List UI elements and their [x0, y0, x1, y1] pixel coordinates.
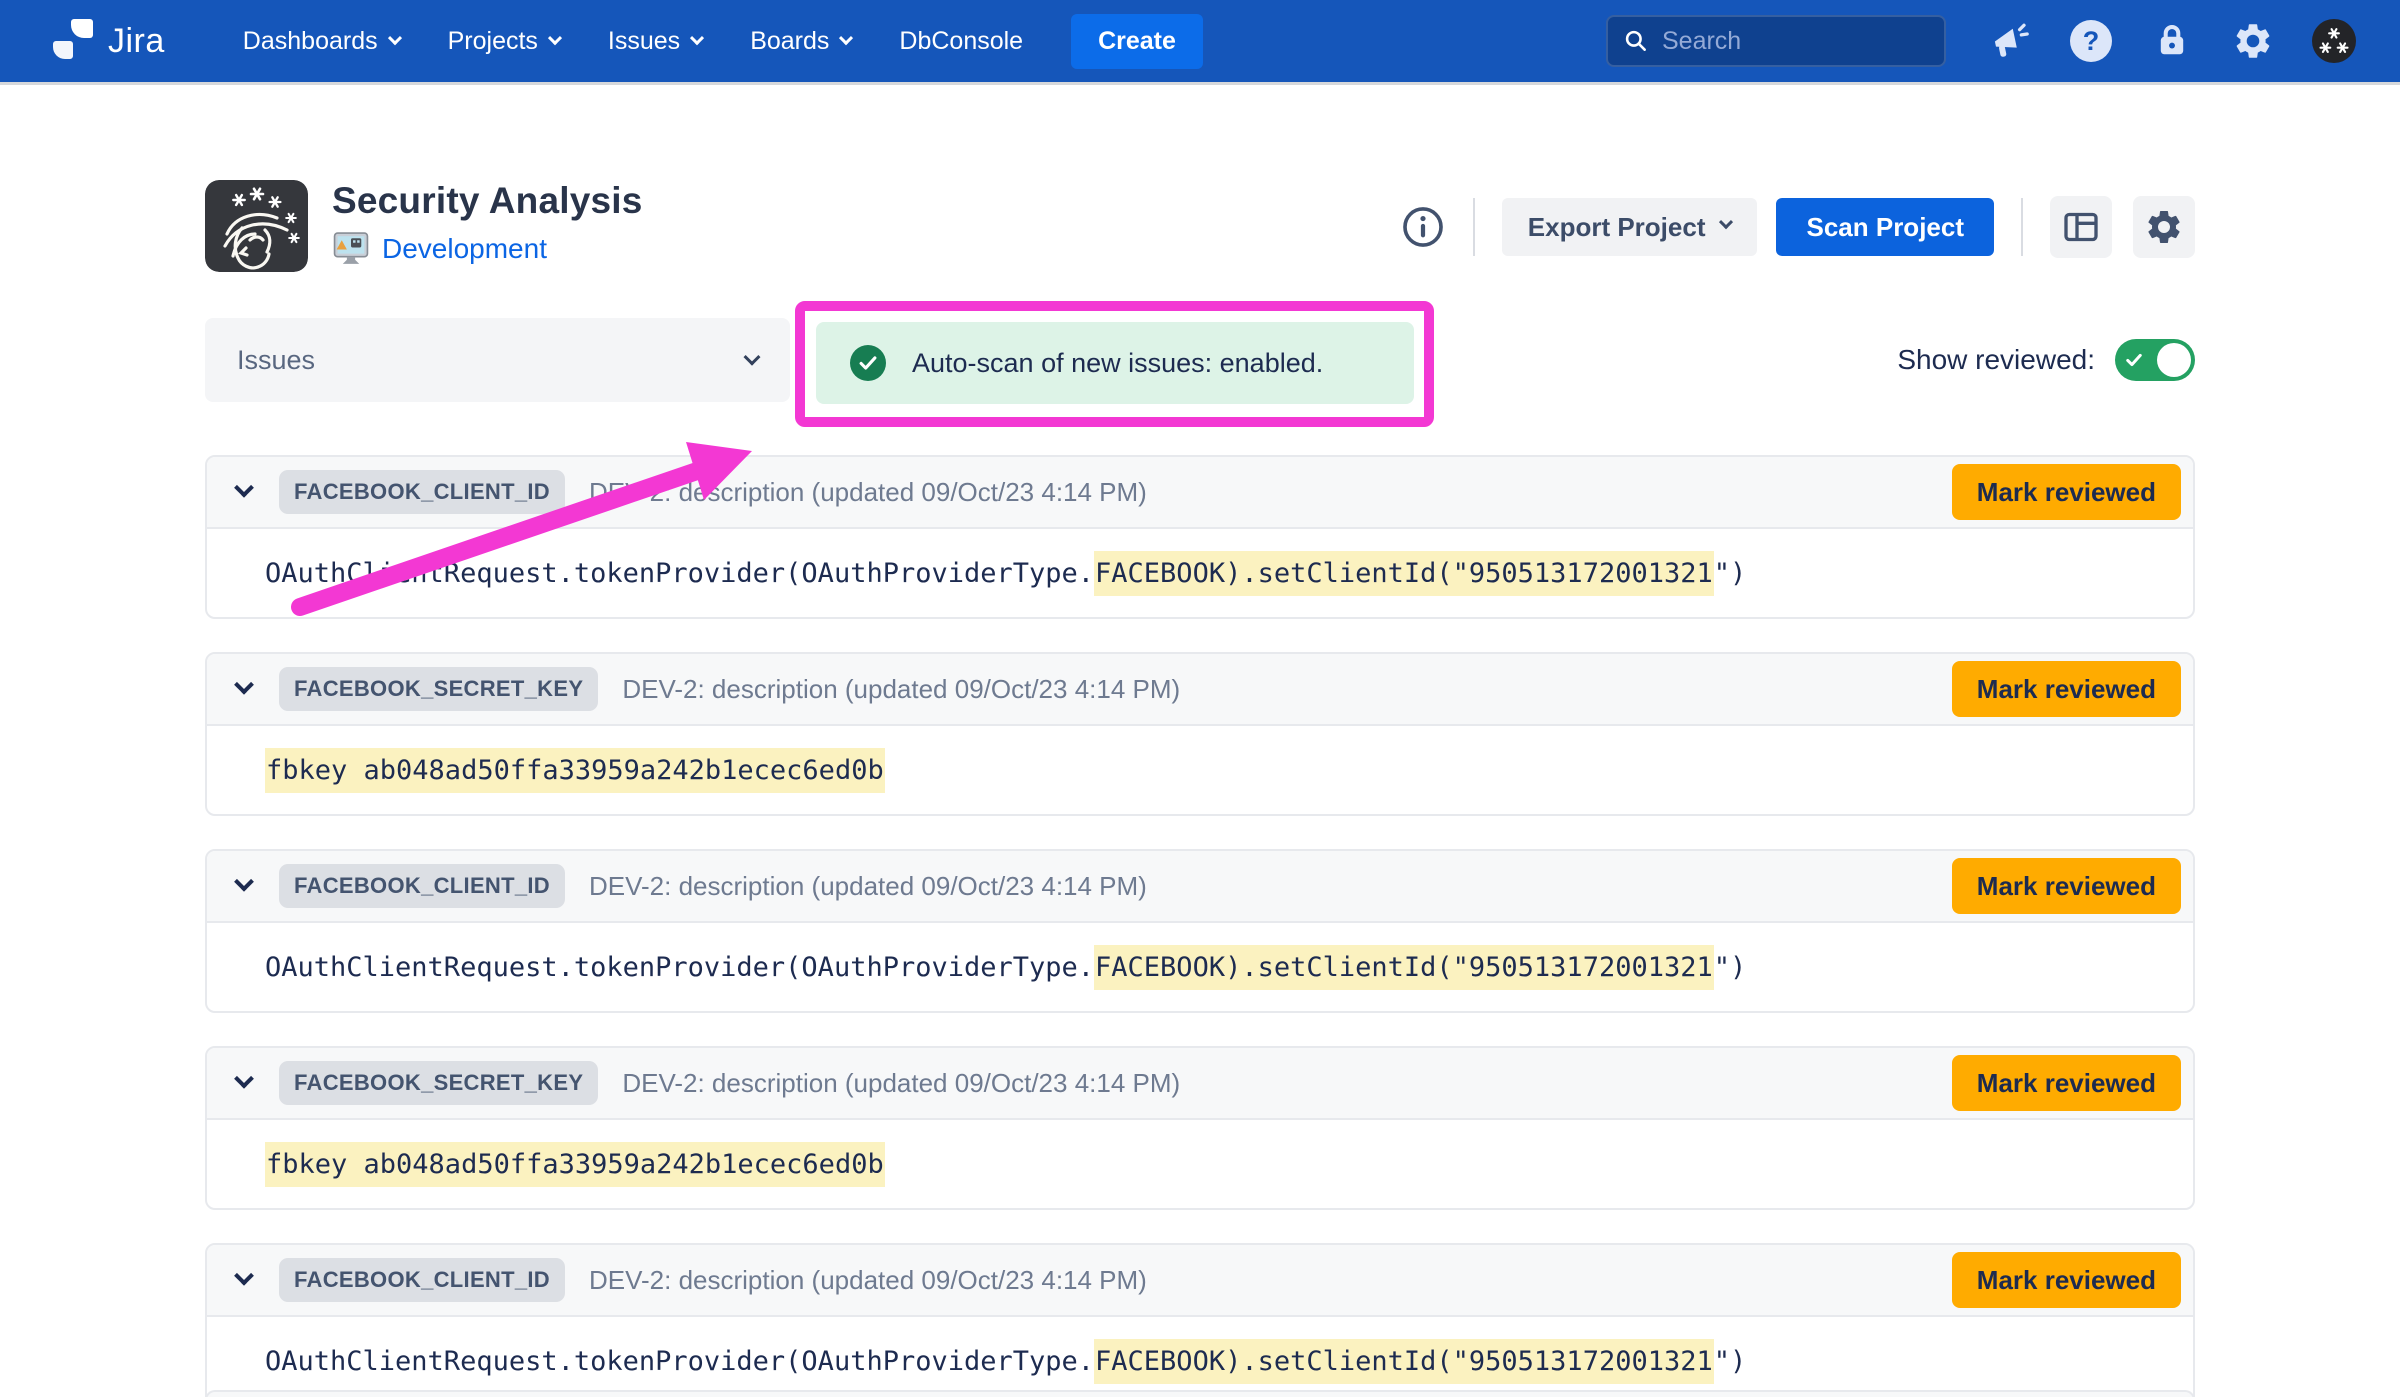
jira-logo-text: Jira — [108, 22, 165, 61]
export-project-button[interactable]: Export Project — [1502, 198, 1758, 256]
chevron-down-icon — [388, 31, 402, 45]
chevron-down-icon[interactable] — [234, 1266, 254, 1286]
main-nav: Dashboards Projects Issues Boards DbCons… — [243, 27, 1071, 56]
mark-reviewed-button[interactable]: Mark reviewed — [1952, 1055, 2181, 1111]
issue-row: FACEBOOK_SECRET_KEY DEV-2: description (… — [205, 652, 2195, 816]
scan-project-button[interactable]: Scan Project — [1776, 198, 1994, 256]
issue-row: FACEBOOK_SECRET_KEY DEV-2: description (… — [205, 1046, 2195, 1210]
issue-code-snippet: OAuthClientRequest.tokenProvider(OAuthPr… — [207, 1317, 2193, 1397]
secret-type-badge: FACEBOOK_CLIENT_ID — [279, 470, 565, 514]
jira-logo-icon — [50, 17, 96, 65]
issue-code-snippet: OAuthClientRequest.tokenProvider(OAuthPr… — [207, 923, 2193, 1011]
gear-icon[interactable] — [2231, 19, 2275, 63]
top-navbar: Jira Dashboards Projects Issues Boards D… — [0, 0, 2400, 82]
info-icon[interactable] — [1400, 204, 1446, 250]
issues-filter-select[interactable]: Issues — [205, 318, 790, 402]
secret-type-badge: FACEBOOK_CLIENT_ID — [279, 1258, 565, 1302]
announcements-megaphone-icon[interactable] — [1988, 19, 2032, 63]
highlighted-secret: fbkey ab048ad50ffa33959a242b1ecec6ed0b — [265, 748, 885, 793]
project-link-development[interactable]: Development — [382, 233, 547, 265]
gear-icon — [2144, 207, 2184, 247]
issue-title: DEV-2: description (updated 09/Oct/23 4:… — [622, 1068, 1180, 1099]
project-avatar — [205, 180, 308, 272]
development-monitor-icon — [332, 230, 370, 267]
issue-row-header: FACEBOOK_CLIENT_ID DEV-2: description (u… — [207, 851, 2193, 923]
issue-row-header: FACEBOOK_CLIENT_ID DEV-2: description (u… — [207, 1245, 2193, 1317]
secret-type-badge: FACEBOOK_SECRET_KEY — [279, 667, 598, 711]
issues-list: FACEBOOK_CLIENT_ID DEV-2: description (u… — [205, 455, 2195, 1397]
highlighted-secret: FACEBOOK).setClientId("950513172001321 — [1094, 1339, 1714, 1384]
show-reviewed-toggle[interactable] — [2115, 339, 2195, 381]
chevron-down-icon — [839, 31, 853, 45]
issue-row-header: FACEBOOK_SECRET_KEY DEV-2: description (… — [207, 1048, 2193, 1120]
search-icon — [1623, 28, 1649, 54]
check-icon — [850, 345, 886, 381]
create-button[interactable]: Create — [1071, 14, 1203, 69]
chevron-down-icon[interactable] — [234, 872, 254, 892]
issue-title: DEV-2: description (updated 09/Oct/23 4:… — [589, 871, 1147, 902]
search-input[interactable] — [1662, 27, 1902, 56]
highlighted-secret: FACEBOOK).setClientId("950513172001321 — [1094, 551, 1714, 596]
page-title: Security Analysis — [332, 180, 643, 222]
issue-row: FACEBOOK_CLIENT_ID DEV-2: description (u… — [205, 849, 2195, 1013]
chevron-down-icon[interactable] — [234, 1069, 254, 1089]
issue-row-header: FACEBOOK_CLIENT_ID DEV-2: description (u… — [207, 457, 2193, 529]
layout-panel-button[interactable] — [2050, 196, 2112, 258]
chevron-down-icon[interactable] — [234, 675, 254, 695]
secret-type-badge: FACEBOOK_CLIENT_ID — [279, 864, 565, 908]
lock-icon[interactable] — [2150, 19, 2194, 63]
autoscan-banner: Auto-scan of new issues: enabled. — [816, 322, 1414, 404]
jira-logo[interactable]: Jira — [50, 17, 165, 65]
chevron-down-icon[interactable] — [234, 478, 254, 498]
show-reviewed-control: Show reviewed: — [1897, 339, 2195, 381]
show-reviewed-label: Show reviewed: — [1897, 344, 2095, 376]
issue-code-snippet: fbkey ab048ad50ffa33959a242b1ecec6ed0b — [207, 1120, 2193, 1208]
highlighted-secret: FACEBOOK).setClientId("950513172001321 — [1094, 945, 1714, 990]
nav-boards[interactable]: Boards — [750, 27, 851, 56]
chevron-down-icon — [1719, 215, 1733, 229]
issue-row-header: FACEBOOK_SECRET_KEY DEV-2: description (… — [207, 654, 2193, 726]
page-header: Security Analysis Development — [205, 180, 2195, 272]
header-actions: Export Project Scan Project — [1400, 196, 2195, 258]
check-icon — [2124, 350, 2144, 370]
mark-reviewed-button[interactable]: Mark reviewed — [1952, 858, 2181, 914]
mark-reviewed-button[interactable]: Mark reviewed — [1952, 1252, 2181, 1308]
layout-panel-icon — [2061, 207, 2101, 247]
nav-dashboards[interactable]: Dashboards — [243, 27, 400, 56]
issue-title: DEV-2: description (updated 09/Oct/23 4:… — [589, 1265, 1147, 1296]
divider — [1473, 198, 1475, 256]
search-box[interactable] — [1606, 15, 1946, 67]
security-analysis-page: Jira Dashboards Projects Issues Boards D… — [0, 0, 2400, 1397]
chevron-down-icon — [548, 31, 562, 45]
nav-projects[interactable]: Projects — [448, 27, 560, 56]
issue-code-snippet: fbkey ab048ad50ffa33959a242b1ecec6ed0b — [207, 726, 2193, 814]
secret-type-badge: FACEBOOK_SECRET_KEY — [279, 1061, 598, 1105]
chevron-down-icon — [744, 349, 761, 366]
issue-row: FACEBOOK_CLIENT_ID DEV-2: description (u… — [205, 1243, 2195, 1397]
nav-issues[interactable]: Issues — [608, 27, 702, 56]
highlighted-secret: fbkey ab048ad50ffa33959a242b1ecec6ed0b — [265, 1142, 885, 1187]
nav-dbconsole[interactable]: DbConsole — [899, 27, 1023, 56]
next-issue-row-partial — [205, 1390, 2195, 1397]
title-block: Security Analysis Development — [332, 180, 643, 267]
divider — [2021, 198, 2023, 256]
toggle-knob — [2157, 343, 2191, 377]
mark-reviewed-button[interactable]: Mark reviewed — [1952, 464, 2181, 520]
user-avatar[interactable] — [2312, 19, 2356, 63]
mark-reviewed-button[interactable]: Mark reviewed — [1952, 661, 2181, 717]
issue-code-snippet: OAuthClientRequest.tokenProvider(OAuthPr… — [207, 529, 2193, 617]
autoscan-banner-text: Auto-scan of new issues: enabled. — [912, 348, 1323, 379]
help-icon[interactable]: ? — [2069, 19, 2113, 63]
issue-row: FACEBOOK_CLIENT_ID DEV-2: description (u… — [205, 455, 2195, 619]
chevron-down-icon — [690, 31, 704, 45]
issue-title: DEV-2: description (updated 09/Oct/23 4:… — [589, 477, 1147, 508]
navbar-icons: ? — [1988, 19, 2356, 63]
project-settings-button[interactable] — [2133, 196, 2195, 258]
issue-title: DEV-2: description (updated 09/Oct/23 4:… — [622, 674, 1180, 705]
